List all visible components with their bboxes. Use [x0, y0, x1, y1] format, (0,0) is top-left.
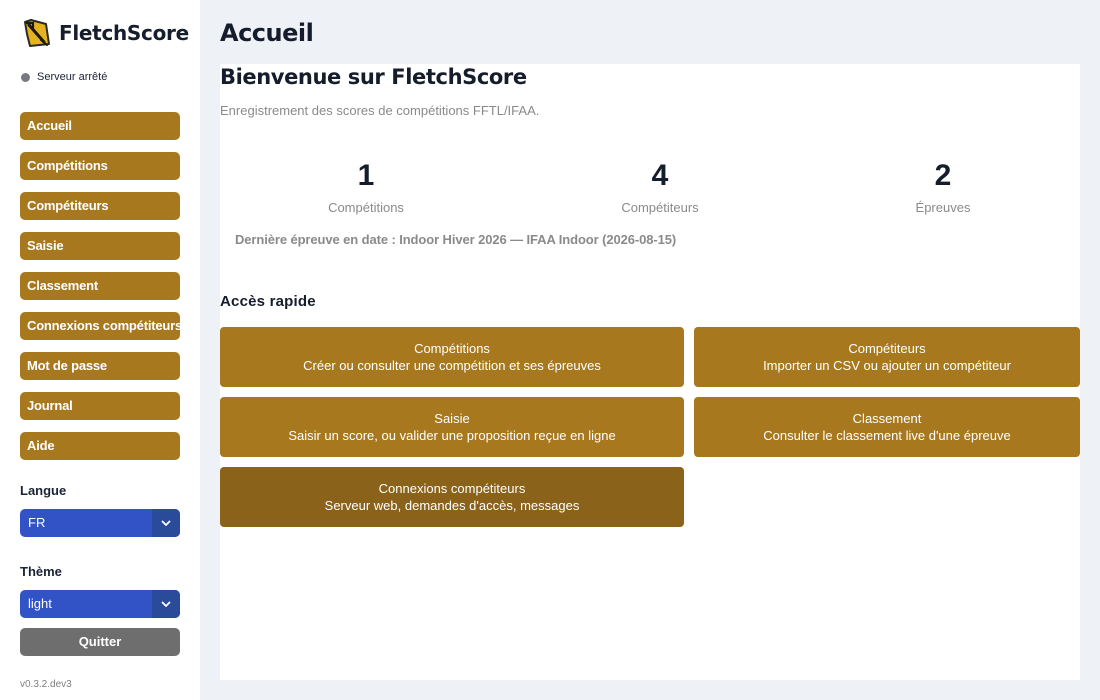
nav-classement-button[interactable]: Classement [20, 272, 180, 300]
quick-access-title: Accès rapide [220, 293, 316, 310]
stat-epreuves: 2 Épreuves [843, 158, 1043, 215]
quick-saisie-button[interactable]: Saisie Saisir un score, ou valider une p… [220, 397, 684, 457]
welcome-heading: Bienvenue sur FletchScore [220, 65, 527, 89]
quick-button-title: Classement [852, 411, 922, 426]
nav-aide-button[interactable]: Aide [20, 432, 180, 460]
language-label: Langue [20, 483, 67, 498]
stat-label: Compétiteurs [621, 200, 699, 215]
quick-button-description: Serveur web, demandes d'accès, messages [324, 498, 580, 513]
status-dot-icon [21, 72, 30, 82]
logo-icon [24, 19, 50, 47]
quick-competiteurs-button[interactable]: Compétiteurs Importer un CSV ou ajouter … [694, 327, 1080, 387]
chevron-down-icon[interactable] [152, 590, 180, 618]
quick-button-description: Saisir un score, ou valider une proposit… [288, 428, 616, 443]
quick-button-description: Importer un CSV ou ajouter un compétiteu… [763, 358, 1011, 373]
stat-value: 4 [651, 159, 669, 192]
stat-value: 1 [357, 159, 375, 192]
quick-connexions-button[interactable]: Connexions compétiteurs Serveur web, dem… [220, 467, 684, 527]
nav-accueil-button[interactable]: Accueil [20, 112, 180, 140]
theme-value: light [28, 596, 52, 611]
subtitle: Enregistrement des scores de compétition… [220, 103, 540, 118]
nav-saisie-button[interactable]: Saisie [20, 232, 180, 260]
quick-button-title: Compétitions [414, 341, 490, 356]
nav-competiteurs-button[interactable]: Compétiteurs [20, 192, 180, 220]
theme-label: Thème [20, 564, 62, 579]
last-event-info: Dernière épreuve en date : Indoor Hiver … [235, 232, 677, 247]
home-panel: Bienvenue sur FletchScore Enregistrement… [220, 64, 1080, 680]
quit-button[interactable]: Quitter [20, 628, 180, 656]
quick-button-title: Compétiteurs [848, 341, 926, 356]
chevron-down-icon[interactable] [152, 509, 180, 537]
nav-mot-de-passe-button[interactable]: Mot de passe [20, 352, 180, 380]
nav-journal-button[interactable]: Journal [20, 392, 180, 420]
nav-connexions-button[interactable]: Connexions compétiteurs [20, 312, 180, 340]
brand: FletchScore [22, 18, 189, 48]
theme-select[interactable]: light [20, 590, 180, 618]
server-status: Serveur arrêté [21, 71, 107, 83]
stat-value: 2 [934, 159, 952, 192]
app-name: FletchScore [59, 21, 189, 45]
page-title: Accueil [220, 19, 314, 47]
stat-competiteurs: 4 Compétiteurs [560, 158, 760, 215]
quick-button-description: Consulter le classement live d'une épreu… [763, 428, 1011, 443]
quick-competitions-button[interactable]: Compétitions Créer ou consulter une comp… [220, 327, 684, 387]
language-value: FR [28, 515, 46, 530]
quick-classement-button[interactable]: Classement Consulter le classement live … [694, 397, 1080, 457]
version-label: v0.3.2.dev3 [20, 679, 72, 690]
stat-competitions: 1 Compétitions [266, 158, 466, 215]
quick-button-title: Connexions compétiteurs [378, 481, 526, 496]
quick-button-title: Saisie [434, 411, 470, 426]
quick-button-description: Créer ou consulter une compétition et se… [303, 358, 601, 373]
sidebar: FletchScore Serveur arrêté Accueil Compé… [0, 0, 200, 700]
nav-competitions-button[interactable]: Compétitions [20, 152, 180, 180]
language-select[interactable]: FR [20, 509, 180, 537]
server-status-label: Serveur arrêté [37, 71, 108, 83]
stat-label: Compétitions [328, 200, 404, 215]
stat-label: Épreuves [915, 200, 971, 215]
